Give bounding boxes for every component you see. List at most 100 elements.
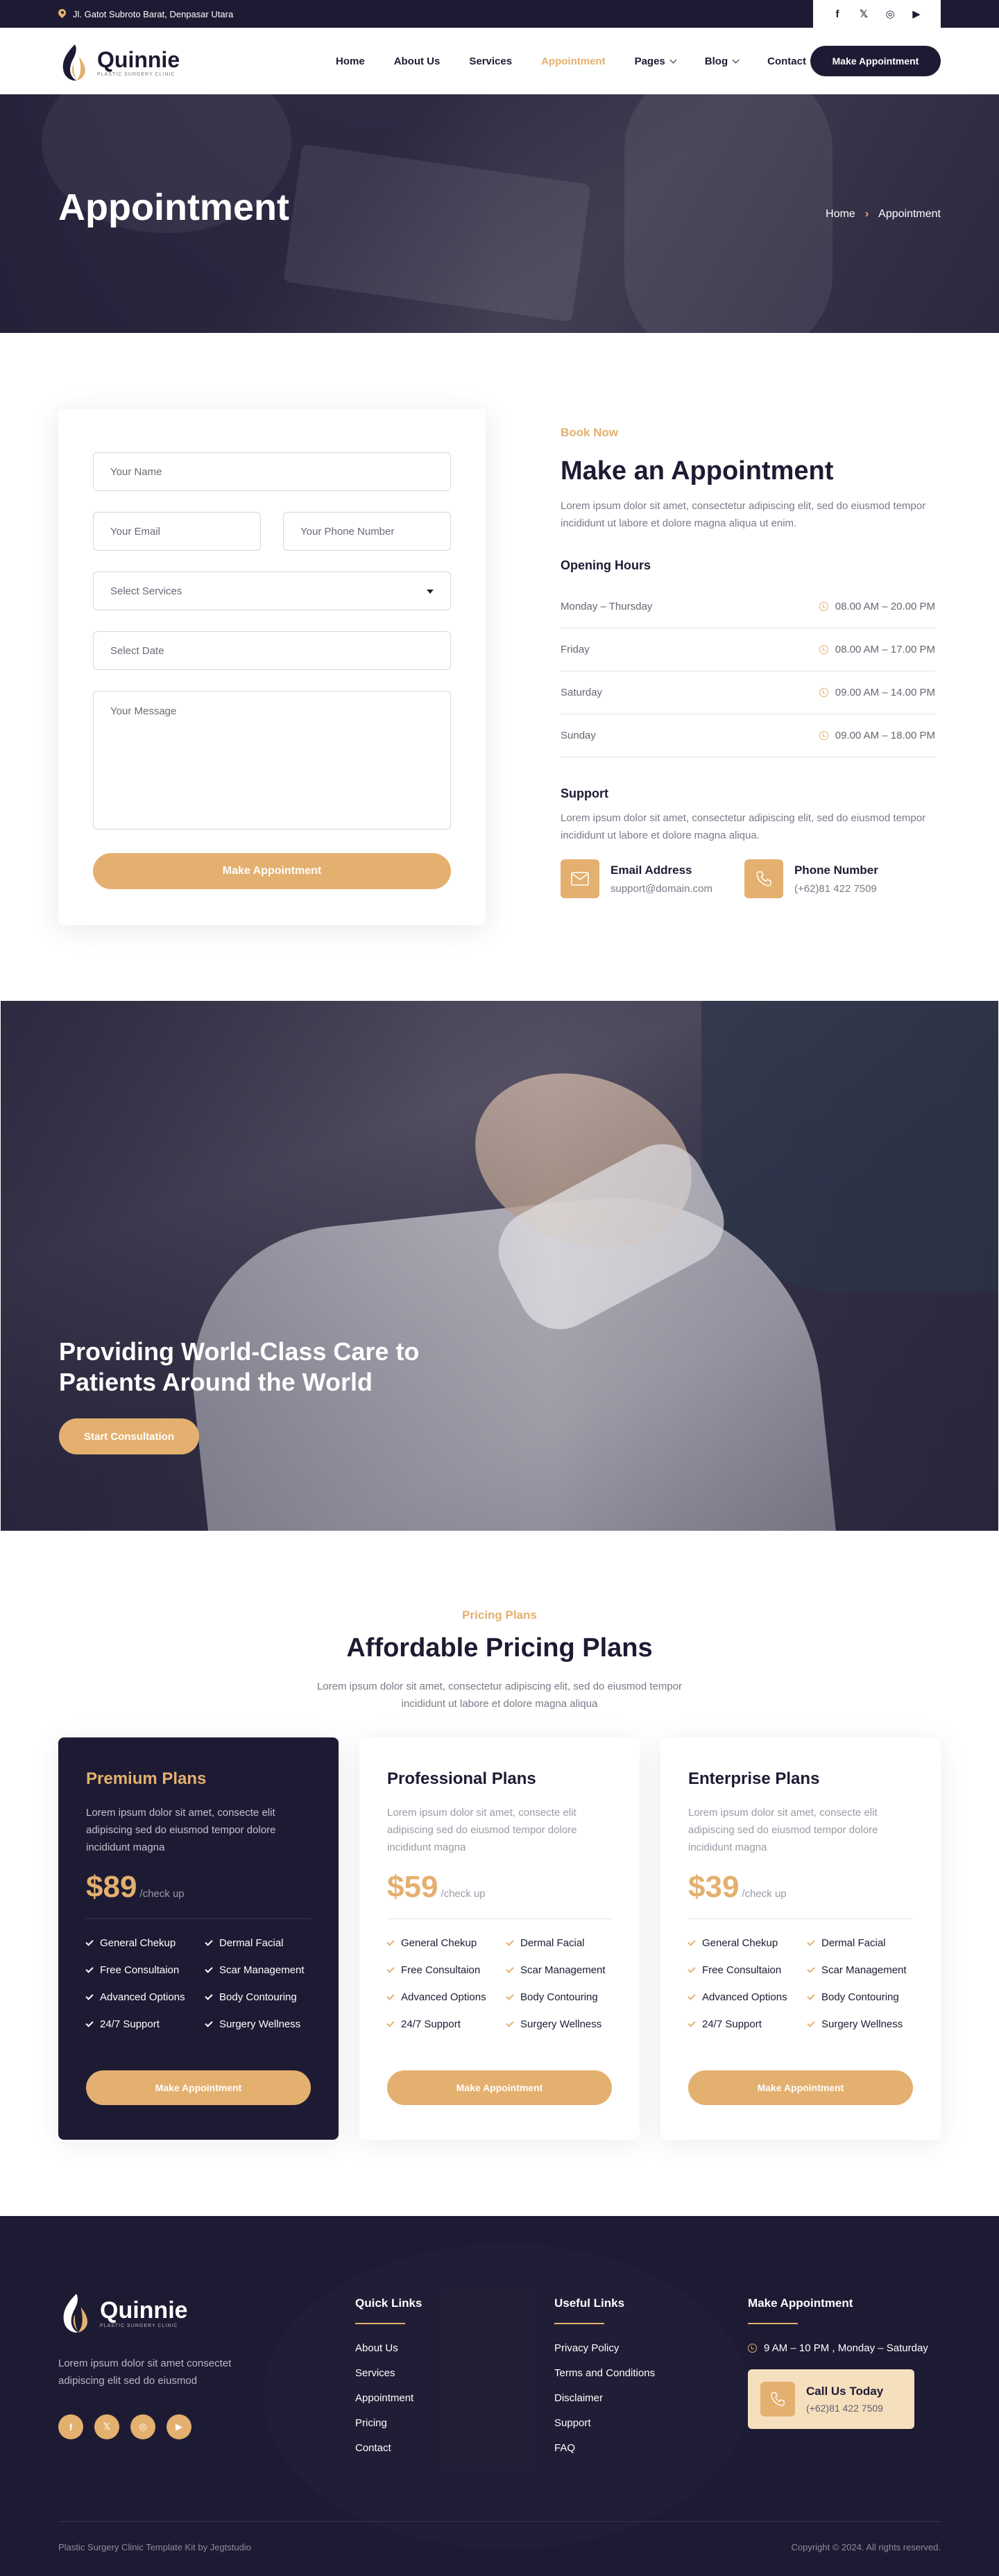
feature-label: 24/7 Support [100,2018,160,2030]
check-icon [205,1937,213,1946]
email-input[interactable]: Your Email [93,512,261,551]
address: Jl. Gatot Subroto Barat, Denpasar Utara [58,0,233,28]
check-icon [205,1991,213,2000]
footer-logo[interactable]: Quinnie PLASTIC SURGERY CLINIC [58,2292,188,2334]
feature-label: General Chekup [702,1937,778,1949]
breadcrumb-home[interactable]: Home [826,208,855,221]
hours-time: 08.00 AM – 20.00 PM [835,601,935,612]
divider [387,1918,612,1919]
footer-copyright: Copyright © 2024. All rights reserved. [791,2542,941,2552]
dropdown-arrow-icon [427,590,434,594]
phone-label: Phone Number [794,863,878,877]
plan-feature: 24/7 Support [85,2018,205,2030]
footer-link[interactable]: Support [554,2417,655,2442]
footer-hours-text: 9 AM – 10 PM , Monday – Saturday [764,2342,928,2354]
check-icon [688,2018,696,2027]
plan-feature: Body Contouring [807,1991,927,2003]
footer-link[interactable]: Pricing [355,2417,422,2442]
check-icon [807,1964,815,1973]
email-label: Email Address [610,863,692,877]
title-underline [355,2323,405,2324]
page-title: Appointment [58,187,289,228]
nav-blog[interactable]: Blog [704,55,740,67]
plan-feature: Advanced Options [688,1991,808,2003]
footer-link[interactable]: Contact [355,2442,422,2467]
plan-description: Lorem ipsum dolor sit amet, consecte eli… [387,1807,577,1853]
email-value[interactable]: support@domain.com [610,883,712,895]
instagram-icon[interactable]: ◎ [884,8,896,20]
name-input[interactable]: Your Name [93,452,451,491]
footer-brand-name: Quinnie [100,2296,188,2324]
feature-label: Surgery Wellness [520,2018,602,2030]
plan-appointment-button[interactable]: Make Appointment [387,2070,612,2105]
footer-link[interactable]: Privacy Policy [554,2342,655,2367]
plan-appointment-button[interactable]: Make Appointment [86,2070,311,2105]
plan-feature: Free Consultaion [688,1964,808,1976]
footer-link[interactable]: FAQ [554,2442,655,2467]
nav-blog-label: Blog [704,55,728,67]
plan-features: General Chekup Dermal Facial Free Consul… [386,1937,612,2030]
check-icon [205,1964,213,1973]
feature-label: Dermal Facial [821,1937,886,1949]
section-title: Make an Appointment [561,456,834,486]
footer-link[interactable]: Appointment [355,2392,422,2417]
feature-label: Advanced Options [100,1991,185,2003]
clock-icon [819,688,828,697]
date-input[interactable]: Select Date [93,631,451,670]
hours-day: Saturday [561,687,603,698]
footer-link[interactable]: Services [355,2367,422,2392]
plan-name: Premium Plans [86,1769,207,1788]
nav-contact[interactable]: Contact [767,55,806,67]
plan-feature: Free Consultaion [386,1964,506,1976]
phone-input[interactable]: Your Phone Number [283,512,451,551]
plan-feature: Dermal Facial [807,1937,927,1949]
feature-label: Scar Management [219,1964,305,1976]
logo[interactable]: Quinnie PLASTIC SURGERY CLINIC [58,43,180,82]
check-icon [85,1964,94,1973]
clock-icon [819,645,828,654]
plan-feature: General Chekup [85,1937,205,1949]
phone-value[interactable]: (+62)81 422 7509 [794,883,878,895]
footer-link[interactable]: About Us [355,2342,422,2367]
facebook-icon[interactable]: f [831,8,844,20]
plan-appointment-button[interactable]: Make Appointment [688,2070,913,2105]
nav-services[interactable]: Services [469,55,512,67]
instagram-icon[interactable]: ◎ [130,2414,155,2439]
header-appointment-button[interactable]: Make Appointment [810,46,941,76]
x-icon[interactable]: 𝕏 [94,2414,119,2439]
youtube-icon[interactable]: ▶ [166,2414,191,2439]
services-select[interactable]: Select Services [93,572,451,610]
divider [688,1918,913,1919]
care-banner: Providing World-Class Care to Patients A… [1,1001,998,1531]
check-icon [506,1991,514,2000]
plan-feature: Advanced Options [85,1991,205,2003]
feature-label: Scar Management [821,1964,907,1976]
x-icon[interactable]: 𝕏 [857,8,870,20]
facebook-icon[interactable]: f [58,2414,83,2439]
nav-home[interactable]: Home [336,55,365,67]
footer-link[interactable]: Terms and Conditions [554,2367,655,2392]
phone-icon [744,859,783,898]
submit-appointment-button[interactable]: Make Appointment [93,853,451,889]
plan-price-unit: /check up [441,1888,486,1900]
plan-features: General Chekup Dermal Facial Free Consul… [85,1937,311,2030]
plan-feature: 24/7 Support [688,2018,808,2030]
appointment-info: Book Now Make an Appointment Lorem ipsum… [561,426,935,898]
hours-row: Sunday 09.00 AM – 18.00 PM [561,714,935,757]
nav-about[interactable]: About Us [394,55,441,67]
nav-pages[interactable]: Pages [635,55,677,67]
youtube-icon[interactable]: ▶ [910,8,923,20]
start-consultation-button[interactable]: Start Consultation [59,1418,199,1454]
location-pin-icon [58,9,66,19]
call-us-box[interactable]: Call Us Today (+62)81 422 7509 [748,2369,914,2429]
chevron-right-icon: › [864,208,869,220]
footer-link[interactable]: Disclaimer [554,2392,655,2417]
hours-day: Sunday [561,730,596,741]
check-icon [506,1937,514,1946]
site-header: Quinnie PLASTIC SURGERY CLINIC Home Abou… [0,28,999,94]
hero-photo-shape [283,144,591,323]
message-textarea[interactable]: Your Message [93,691,451,830]
check-icon [688,1991,696,2000]
nav-appointment[interactable]: Appointment [541,55,605,67]
feature-label: Free Consultaion [401,1964,481,1976]
